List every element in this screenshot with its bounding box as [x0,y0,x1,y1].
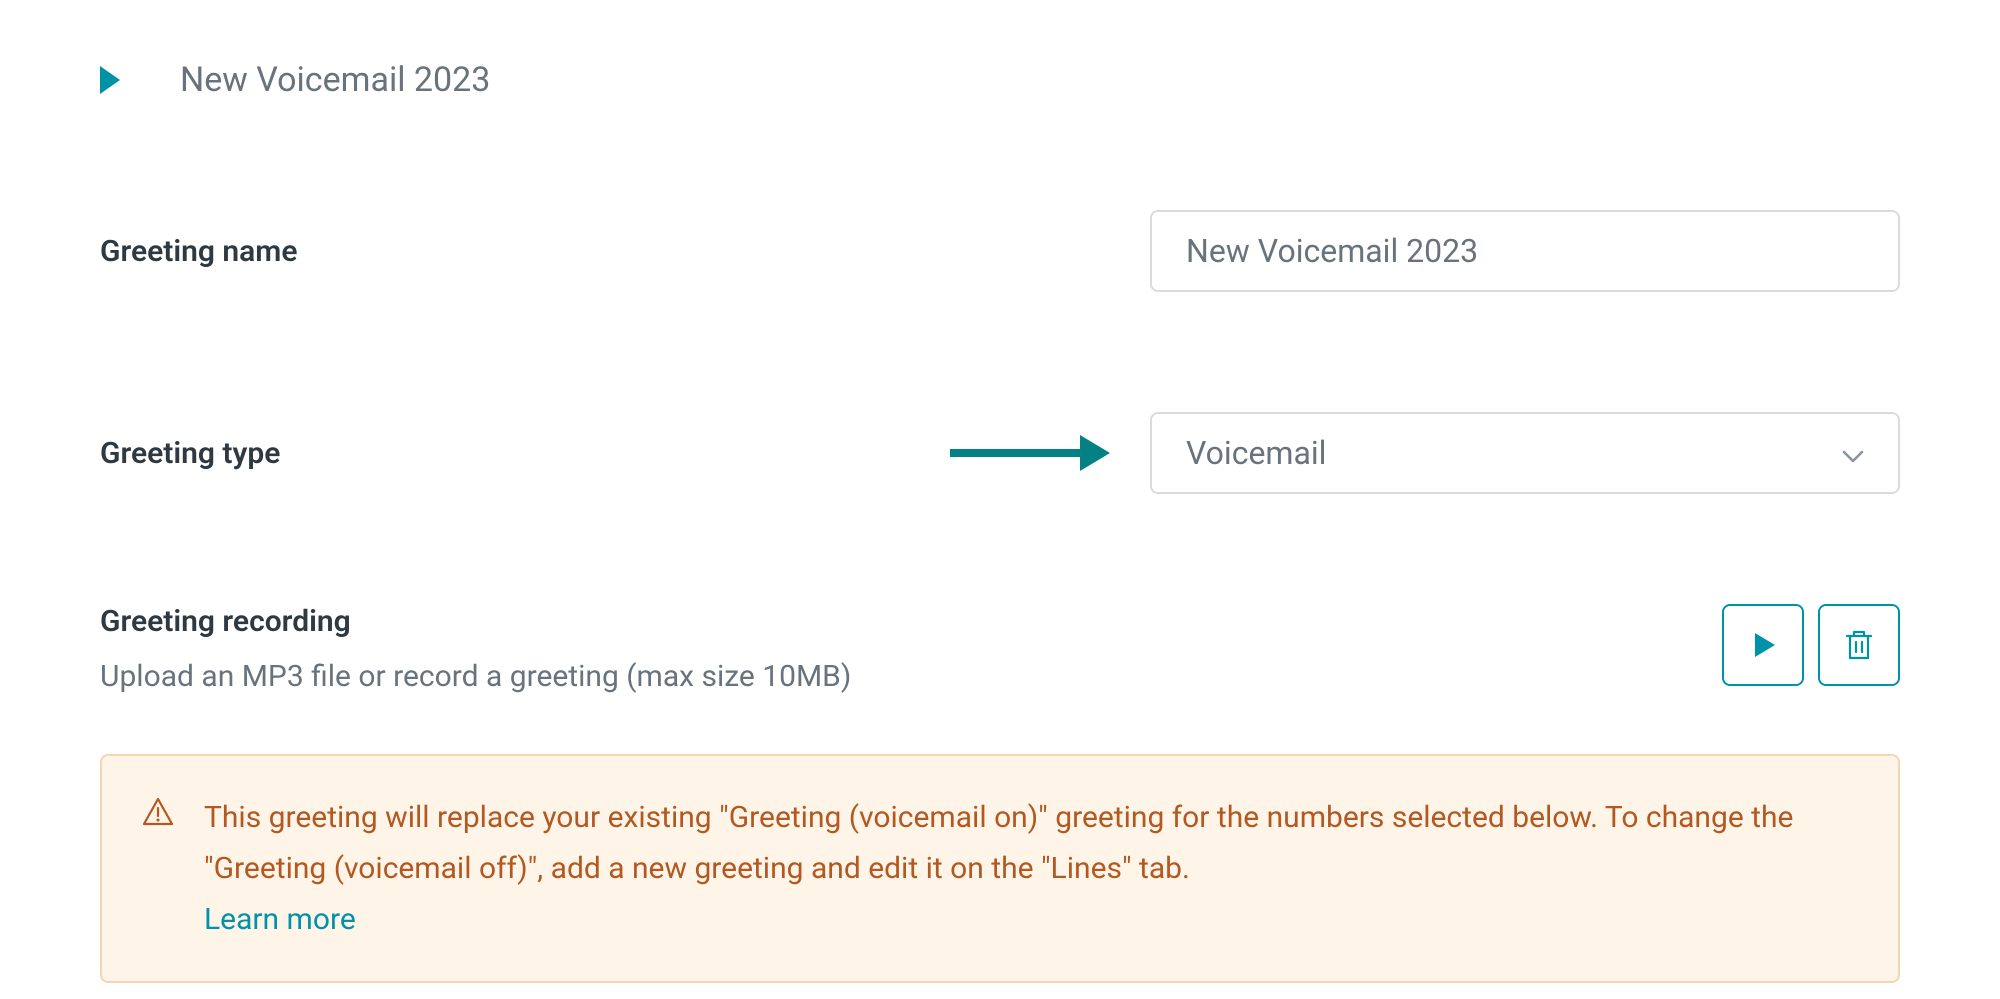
greeting-type-value: Voicemail [1186,434,1326,472]
greeting-name-input[interactable] [1150,210,1900,292]
greeting-recording-hint: Upload an MP3 file or record a greeting … [100,659,1722,694]
learn-more-link[interactable]: Learn more [204,894,356,945]
warning-icon [142,796,174,945]
play-icon [1755,633,1775,657]
greeting-type-label: Greeting type [100,436,280,471]
arrow-line [950,449,1080,457]
greeting-recording-label: Greeting recording [100,604,1722,639]
greeting-name-row: Greeting name [100,210,1900,292]
alert-message: This greeting will replace your existing… [204,800,1793,886]
caret-right-icon [100,66,120,94]
play-button[interactable] [1722,604,1804,686]
trash-icon [1844,628,1874,662]
recording-header: Greeting recording Upload an MP3 file or… [100,604,1900,694]
warning-alert: This greeting will replace your existing… [100,754,1900,983]
arrow-right-icon [1080,435,1110,471]
greeting-type-select[interactable]: Voicemail [1150,412,1900,494]
page-title: New Voicemail 2023 [180,60,490,100]
chevron-down-icon [1842,434,1864,472]
collapse-toggle[interactable] [100,66,120,94]
recording-text-block: Greeting recording Upload an MP3 file or… [100,604,1722,694]
greeting-recording-section: Greeting recording Upload an MP3 file or… [100,604,1900,694]
alert-content: This greeting will replace your existing… [204,792,1858,945]
greeting-name-label: Greeting name [100,234,297,269]
greeting-type-row: Greeting type Voicemail [100,412,1900,494]
arrow-annotation [950,435,1110,471]
recording-buttons [1722,604,1900,686]
delete-button[interactable] [1818,604,1900,686]
section-header: New Voicemail 2023 [100,60,1900,100]
